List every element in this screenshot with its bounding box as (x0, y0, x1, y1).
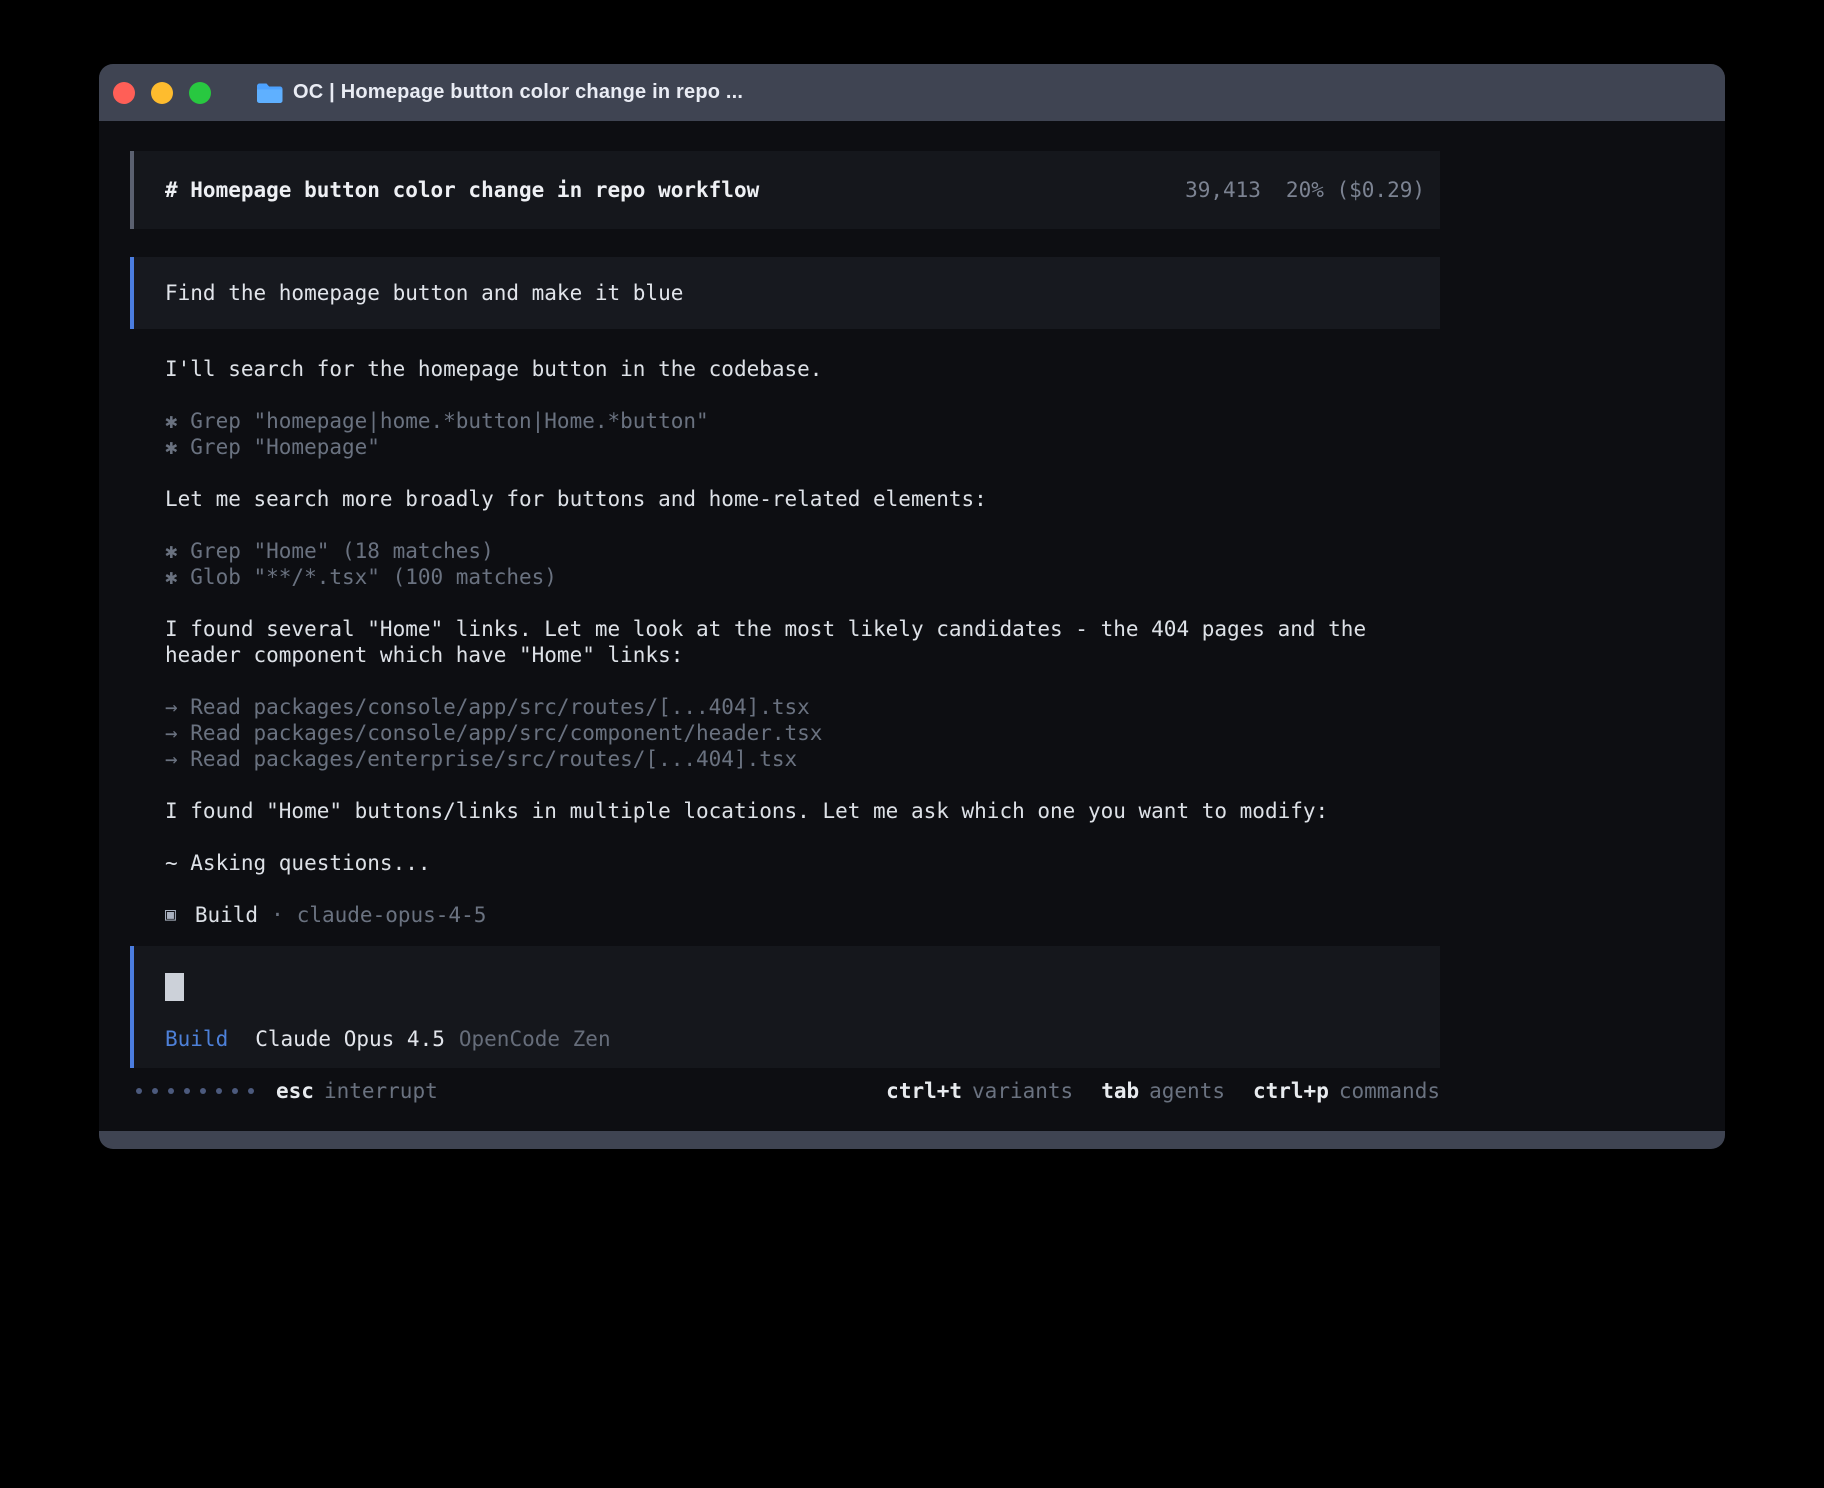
session-stats: 39,413 20% ($0.29) (1185, 177, 1425, 203)
conversation-line-tool: ✱ Grep "Home" (18 matches) (165, 538, 1405, 564)
hint-label-variants: variants (972, 1078, 1073, 1104)
zoom-button[interactable] (189, 82, 211, 104)
spinner-dot (232, 1088, 238, 1094)
conversation-line-blank (165, 590, 1405, 616)
hint-key-esc: esc (276, 1078, 314, 1104)
conversation-line-tool: → Read packages/enterprise/src/routes/[.… (165, 746, 1405, 772)
spinner-dot (168, 1088, 174, 1094)
traffic-lights (113, 82, 211, 104)
session-title: # Homepage button color change in repo w… (165, 177, 759, 203)
spinner-dot (152, 1088, 158, 1094)
hint-commands: ctrl+p commands (1253, 1078, 1440, 1104)
window-titlebar[interactable]: OC | Homepage button color change in rep… (99, 64, 1725, 121)
hint-key-variants: ctrl+t (886, 1078, 962, 1104)
conversation: I'll search for the homepage button in t… (130, 356, 1405, 876)
user-message-text: Find the homepage button and make it blu… (165, 280, 683, 306)
agent-status-line: ▣ Build · claude-opus-4-5 (130, 902, 1440, 928)
conversation-line-text: I'll search for the homepage button in t… (165, 356, 1405, 382)
conversation-line-blank (165, 668, 1405, 694)
conversation-line-text: ~ Asking questions... (165, 850, 1405, 876)
status-bar: esc interrupt ctrl+t variants tab agents (130, 1078, 1440, 1104)
agent-name: Build (195, 902, 258, 928)
minimize-button[interactable] (151, 82, 173, 104)
conversation-line-text: I found several "Home" links. Let me loo… (165, 616, 1405, 668)
close-button[interactable] (113, 82, 135, 104)
input-mode[interactable]: Build (165, 1026, 228, 1052)
conversation-line-blank (165, 460, 1405, 486)
spinner-dot (248, 1088, 254, 1094)
conversation-line-tool: → Read packages/console/app/src/routes/[… (165, 694, 1405, 720)
prompt-input[interactable]: Build Claude Opus 4.5 OpenCode Zen (130, 946, 1440, 1068)
conversation-line-tool: ✱ Grep "Homepage" (165, 434, 1405, 460)
conversation-line-text: I found "Home" buttons/links in multiple… (165, 798, 1405, 824)
terminal-window: OC | Homepage button color change in rep… (99, 64, 1725, 1149)
window-title: OC | Homepage button color change in rep… (293, 81, 743, 104)
spinner-dot (136, 1088, 142, 1094)
hint-key-commands: ctrl+p (1253, 1078, 1329, 1104)
conversation-line-tool: ✱ Glob "**/*.tsx" (100 matches) (165, 564, 1405, 590)
folder-icon (256, 82, 283, 103)
conversation-line-blank (165, 824, 1405, 850)
text-cursor (165, 973, 184, 1001)
hint-label-interrupt: interrupt (324, 1078, 438, 1104)
spinner-dot (216, 1088, 222, 1094)
agent-separator: · (271, 902, 284, 928)
user-message: Find the homepage button and make it blu… (130, 257, 1440, 329)
spinner-dot (200, 1088, 206, 1094)
spinner-dots (130, 1088, 254, 1094)
hint-label-commands: commands (1339, 1078, 1440, 1104)
terminal-content: # Homepage button color change in repo w… (99, 121, 1725, 1131)
spinner-dot (184, 1088, 190, 1094)
conversation-line-blank (165, 772, 1405, 798)
desktop: OC | Homepage button color change in rep… (0, 0, 1824, 1488)
conversation-line-blank (165, 512, 1405, 538)
keyboard-hints: ctrl+t variants tab agents ctrl+p comman… (886, 1078, 1440, 1104)
input-provider: OpenCode Zen (459, 1026, 611, 1052)
conversation-line-tool: → Read packages/console/app/src/componen… (165, 720, 1405, 746)
hint-label-agents: agents (1149, 1078, 1225, 1104)
agent-icon: ▣ (165, 902, 176, 928)
hint-variants: ctrl+t variants (886, 1078, 1073, 1104)
session-header: # Homepage button color change in repo w… (130, 151, 1440, 229)
hint-key-agents: tab (1101, 1078, 1139, 1104)
conversation-line-tool: ✱ Grep "homepage|home.*button|Home.*butt… (165, 408, 1405, 434)
conversation-line-text: Let me search more broadly for buttons a… (165, 486, 1405, 512)
input-model[interactable]: Claude Opus 4.5 (255, 1026, 445, 1052)
hint-interrupt: esc interrupt (276, 1078, 438, 1104)
agent-model: claude-opus-4-5 (297, 902, 487, 928)
input-meta: Build Claude Opus 4.5 OpenCode Zen (165, 1026, 1440, 1052)
window-bottom-edge (99, 1131, 1725, 1149)
conversation-line-blank (165, 382, 1405, 408)
token-count: 39,413 (1185, 177, 1261, 203)
hint-agents: tab agents (1101, 1078, 1225, 1104)
context-cost: 20% ($0.29) (1286, 177, 1425, 203)
